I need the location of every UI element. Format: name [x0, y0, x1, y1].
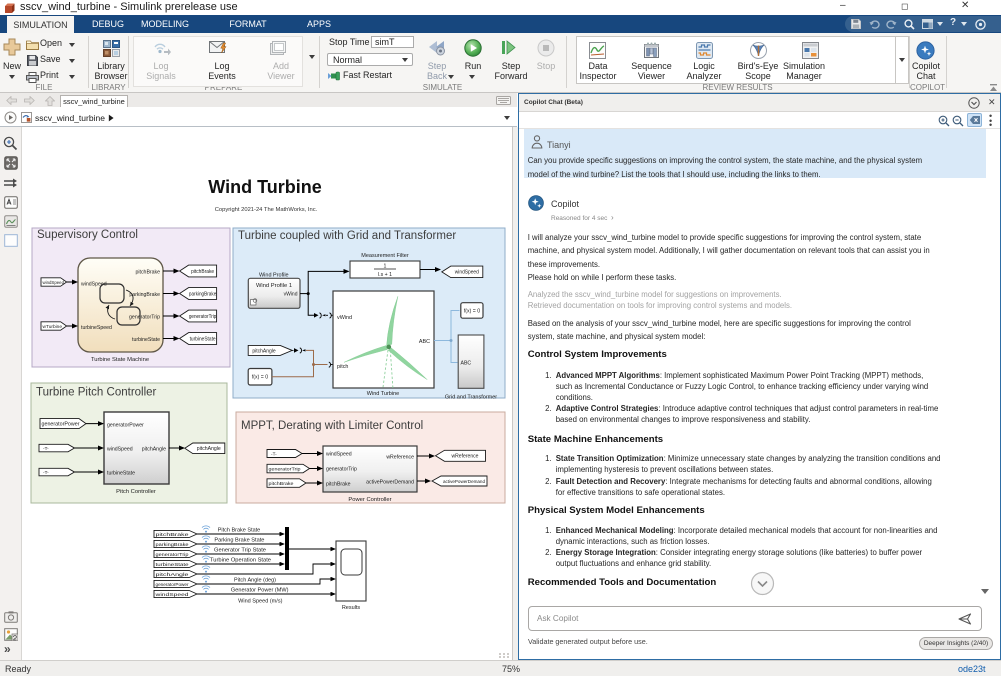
svg-text:windSpeed: windSpeed	[81, 282, 107, 288]
svg-text:pitchBrake: pitchBrake	[135, 270, 160, 276]
svg-text:Turbine State Machine: Turbine State Machine	[91, 357, 149, 363]
svg-text:Generator Trip State: Generator Trip State	[214, 547, 266, 553]
svg-text:generatorTrip: generatorTrip	[156, 552, 190, 557]
svg-text:generatorTrip: generatorTrip	[189, 314, 217, 320]
svg-text:pitchBrake: pitchBrake	[269, 481, 294, 487]
svg-text:turbineState: turbineState	[190, 336, 216, 342]
svg-text:pitchAngle: pitchAngle	[156, 572, 190, 577]
svg-text:wTurbine: wTurbine	[43, 324, 63, 330]
svg-text:pitchAngle: pitchAngle	[142, 447, 166, 453]
svg-text:MPPT, Derating with Limiter Co: MPPT, Derating with Limiter Control	[241, 420, 423, 432]
svg-text:windSpeed: windSpeed	[43, 280, 65, 286]
svg-text:Pitch Controller: Pitch Controller	[116, 489, 156, 495]
svg-text:Turbine Pitch Controller: Turbine Pitch Controller	[36, 387, 157, 399]
svg-text:-T-: -T-	[41, 446, 50, 451]
svg-text:windSpeed: windSpeed	[107, 447, 133, 453]
svg-text:windSpeed: windSpeed	[156, 592, 190, 597]
svg-text:generatorPower: generatorPower	[107, 423, 144, 429]
svg-text:windSpeed: windSpeed	[455, 270, 479, 276]
svg-text:f(x) = 0: f(x) = 0	[464, 309, 480, 315]
svg-text:ABC: ABC	[461, 361, 472, 367]
svg-text:l.s + 1: l.s + 1	[378, 272, 392, 278]
svg-text:Wind Turbine: Wind Turbine	[208, 177, 321, 197]
svg-text:-T-: -T-	[269, 451, 278, 456]
svg-text:generatorPower: generatorPower	[156, 582, 190, 587]
svg-text:Turbine Operation State: Turbine Operation State	[210, 557, 271, 563]
svg-text:Results: Results	[342, 605, 361, 611]
svg-text:Parking Brake State: Parking Brake State	[214, 537, 264, 543]
svg-text:1: 1	[384, 264, 387, 270]
svg-text:f(x) = 0: f(x) = 0	[252, 375, 268, 381]
svg-text:ABC: ABC	[419, 339, 430, 345]
svg-text:parkingBrake: parkingBrake	[156, 542, 190, 547]
svg-text:activePowerDemand: activePowerDemand	[366, 480, 414, 486]
svg-text:vWind: vWind	[337, 315, 352, 321]
svg-text:turbineState: turbineState	[156, 562, 190, 567]
svg-text:pitchBrake: pitchBrake	[156, 532, 190, 537]
svg-text:Pitch Angle (deg): Pitch Angle (deg)	[234, 578, 276, 584]
svg-text:turbineState: turbineState	[107, 471, 135, 477]
svg-text:pitchBrake: pitchBrake	[326, 482, 351, 488]
svg-text:windSpeed: windSpeed	[326, 452, 352, 458]
svg-text:generatorTrip: generatorTrip	[129, 315, 160, 321]
svg-text:Wind Turbine: Wind Turbine	[367, 391, 399, 397]
svg-text:pitchBrake: pitchBrake	[191, 269, 214, 275]
svg-text:generatorPower: generatorPower	[42, 421, 80, 427]
svg-text:generatorTrip: generatorTrip	[269, 466, 301, 472]
svg-text:pitchAngle: pitchAngle	[252, 349, 276, 355]
svg-text:generatorTrip: generatorTrip	[326, 467, 357, 473]
svg-text:activePowerDemand: activePowerDemand	[443, 479, 486, 484]
svg-text:parkingBrake: parkingBrake	[129, 292, 160, 298]
svg-text:wReference: wReference	[386, 455, 414, 461]
svg-text:wReference: wReference	[452, 454, 479, 460]
svg-text:turbineState: turbineState	[132, 337, 160, 343]
svg-text:Generator Power (MW): Generator Power (MW)	[231, 588, 289, 594]
svg-text:parkingBrake: parkingBrake	[189, 291, 217, 297]
svg-text:Wind Profile: Wind Profile	[259, 273, 289, 279]
svg-text:Pitch Brake State: Pitch Brake State	[218, 527, 261, 533]
svg-text:vWind: vWind	[284, 292, 298, 298]
svg-text:Measurement Filter: Measurement Filter	[361, 253, 409, 259]
svg-text:Power Controller: Power Controller	[348, 497, 391, 503]
svg-text:pitchAngle: pitchAngle	[197, 446, 221, 452]
svg-text:pitch: pitch	[337, 364, 348, 370]
svg-text:Supervisory Control: Supervisory Control	[37, 229, 138, 241]
svg-text:turbineSpeed: turbineSpeed	[81, 325, 112, 331]
svg-text:Copyright 2021-24 The MathWork: Copyright 2021-24 The MathWorks, Inc.	[215, 207, 318, 213]
svg-text:-T-: -T-	[41, 470, 50, 475]
svg-text:Wind Speed (m/s): Wind Speed (m/s)	[238, 598, 283, 604]
svg-text:Turbine coupled with Grid and: Turbine coupled with Grid and Transforme…	[238, 230, 456, 242]
svg-text:Grid and Transformer: Grid and Transformer	[445, 395, 497, 401]
svg-text:Wind Profile 1: Wind Profile 1	[256, 283, 292, 289]
